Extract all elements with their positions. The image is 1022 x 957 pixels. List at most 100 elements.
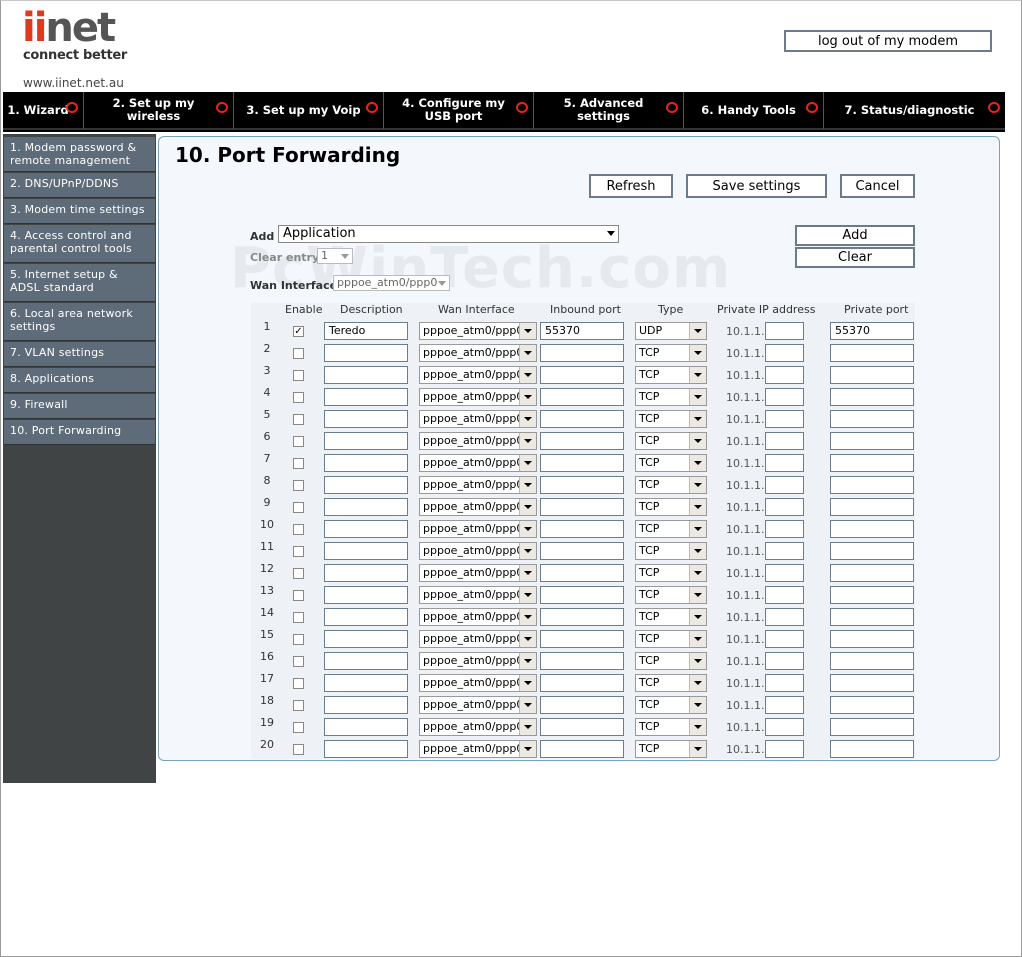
nav-tab-usb[interactable]: 4. Configure my USB port [384, 92, 534, 130]
private-ip-input[interactable] [765, 564, 804, 582]
type-select[interactable]: TCP [635, 520, 707, 538]
clear-button[interactable]: Clear [795, 247, 915, 268]
type-select[interactable]: TCP [635, 344, 707, 362]
private-port-input[interactable] [830, 344, 914, 362]
description-input[interactable] [324, 674, 408, 692]
private-ip-input[interactable] [765, 630, 804, 648]
nav-tab-handy-tools[interactable]: 6. Handy Tools [684, 92, 824, 130]
private-ip-input[interactable] [765, 476, 804, 494]
private-ip-input[interactable] [765, 520, 804, 538]
private-port-input[interactable] [830, 432, 914, 450]
type-select[interactable]: TCP [635, 454, 707, 472]
enable-checkbox[interactable] [293, 656, 304, 667]
wan-interface-select[interactable]: pppoe_atm0/ppp0 [419, 630, 537, 648]
enable-checkbox[interactable] [293, 348, 304, 359]
wan-interface-select[interactable]: pppoe_atm0/ppp0 [419, 674, 537, 692]
private-ip-input[interactable] [765, 674, 804, 692]
type-select[interactable]: TCP [635, 410, 707, 428]
enable-checkbox[interactable] [293, 744, 304, 755]
refresh-button[interactable]: Refresh [589, 174, 673, 198]
enable-checkbox[interactable] [293, 634, 304, 645]
wan-interface-select[interactable]: pppoe_atm0/ppp0 [419, 718, 537, 736]
description-input[interactable] [324, 476, 408, 494]
description-input[interactable] [324, 740, 408, 758]
sidebar-item-access-control[interactable]: 4. Access control and parental control t… [4, 225, 155, 263]
description-input[interactable]: Teredo [324, 322, 408, 340]
type-select[interactable]: TCP [635, 718, 707, 736]
description-input[interactable] [324, 564, 408, 582]
wan-interface-select[interactable]: pppoe_atm0/ppp0 [419, 520, 537, 538]
type-select[interactable]: TCP [635, 388, 707, 406]
private-port-input[interactable]: 55370 [830, 322, 914, 340]
inbound-port-input[interactable] [540, 366, 624, 384]
description-input[interactable] [324, 454, 408, 472]
wan-interface-select[interactable]: pppoe_atm0/ppp0 [419, 344, 537, 362]
private-port-input[interactable] [830, 454, 914, 472]
enable-checkbox[interactable] [293, 392, 304, 403]
private-ip-input[interactable] [765, 498, 804, 516]
wan-interface-select[interactable]: pppoe_atm0/ppp0 [419, 608, 537, 626]
inbound-port-input[interactable] [540, 674, 624, 692]
enable-checkbox[interactable] [293, 612, 304, 623]
wan-interface-select[interactable]: pppoe_atm0/ppp0 [419, 542, 537, 560]
description-input[interactable] [324, 608, 408, 626]
wan-interface-select[interactable]: pppoe_atm0/ppp0 [419, 454, 537, 472]
inbound-port-input[interactable] [540, 718, 624, 736]
inbound-port-input[interactable] [540, 410, 624, 428]
enable-checkbox[interactable] [293, 458, 304, 469]
enable-checkbox[interactable] [293, 524, 304, 535]
cancel-button[interactable]: Cancel [840, 174, 915, 198]
nav-tab-wizard[interactable]: 1. Wizard [3, 92, 84, 130]
type-select[interactable]: TCP [635, 366, 707, 384]
private-port-input[interactable] [830, 564, 914, 582]
type-select[interactable]: TCP [635, 432, 707, 450]
type-select[interactable]: TCP [635, 630, 707, 648]
logout-button[interactable]: log out of my modem [784, 30, 992, 52]
sidebar-item-applications[interactable]: 8. Applications [4, 368, 155, 393]
private-port-input[interactable] [830, 366, 914, 384]
description-input[interactable] [324, 696, 408, 714]
inbound-port-input[interactable] [540, 520, 624, 538]
enable-checkbox[interactable] [293, 700, 304, 711]
private-port-input[interactable] [830, 674, 914, 692]
sidebar-item-modem-password[interactable]: 1. Modem password & remote management [4, 137, 155, 172]
enable-checkbox[interactable] [293, 370, 304, 381]
wan-interface-select[interactable]: pppoe_atm0/ppp0 [419, 696, 537, 714]
description-input[interactable] [324, 520, 408, 538]
private-port-input[interactable] [830, 630, 914, 648]
sidebar-item-vlan[interactable]: 7. VLAN settings [4, 342, 155, 367]
inbound-port-input[interactable] [540, 586, 624, 604]
type-select[interactable]: TCP [635, 608, 707, 626]
enable-checkbox[interactable] [293, 568, 304, 579]
private-port-input[interactable] [830, 388, 914, 406]
private-ip-input[interactable] [765, 608, 804, 626]
private-ip-input[interactable] [765, 586, 804, 604]
enable-checkbox[interactable] [293, 502, 304, 513]
sidebar-item-dns[interactable]: 2. DNS/UPnP/DDNS [4, 173, 155, 198]
private-ip-input[interactable] [765, 322, 804, 340]
clear-entry-select[interactable]: 1 [317, 248, 353, 264]
private-port-input[interactable] [830, 586, 914, 604]
inbound-port-input[interactable] [540, 564, 624, 582]
type-select[interactable]: TCP [635, 586, 707, 604]
private-port-input[interactable] [830, 498, 914, 516]
inbound-port-input[interactable] [540, 696, 624, 714]
wan-interface-select[interactable]: pppoe_atm0/ppp0 [419, 652, 537, 670]
nav-tab-status[interactable]: 7. Status/diagnostic [824, 92, 1005, 130]
wan-interface-select[interactable]: pppoe_atm0/ppp0 [419, 586, 537, 604]
private-port-input[interactable] [830, 652, 914, 670]
enable-checkbox[interactable] [293, 414, 304, 425]
private-ip-input[interactable] [765, 410, 804, 428]
type-select[interactable]: TCP [635, 696, 707, 714]
description-input[interactable] [324, 586, 408, 604]
type-select[interactable]: TCP [635, 674, 707, 692]
private-ip-input[interactable] [765, 696, 804, 714]
description-input[interactable] [324, 630, 408, 648]
description-input[interactable] [324, 432, 408, 450]
private-ip-input[interactable] [765, 432, 804, 450]
nav-tab-advanced[interactable]: 5. Advanced settings [534, 92, 684, 130]
inbound-port-input[interactable] [540, 344, 624, 362]
wan-interface-select[interactable]: pppoe_atm0/ppp0 [419, 366, 537, 384]
private-ip-input[interactable] [765, 388, 804, 406]
wan-interface-select[interactable]: pppoe_atm0/ppp0 [419, 476, 537, 494]
